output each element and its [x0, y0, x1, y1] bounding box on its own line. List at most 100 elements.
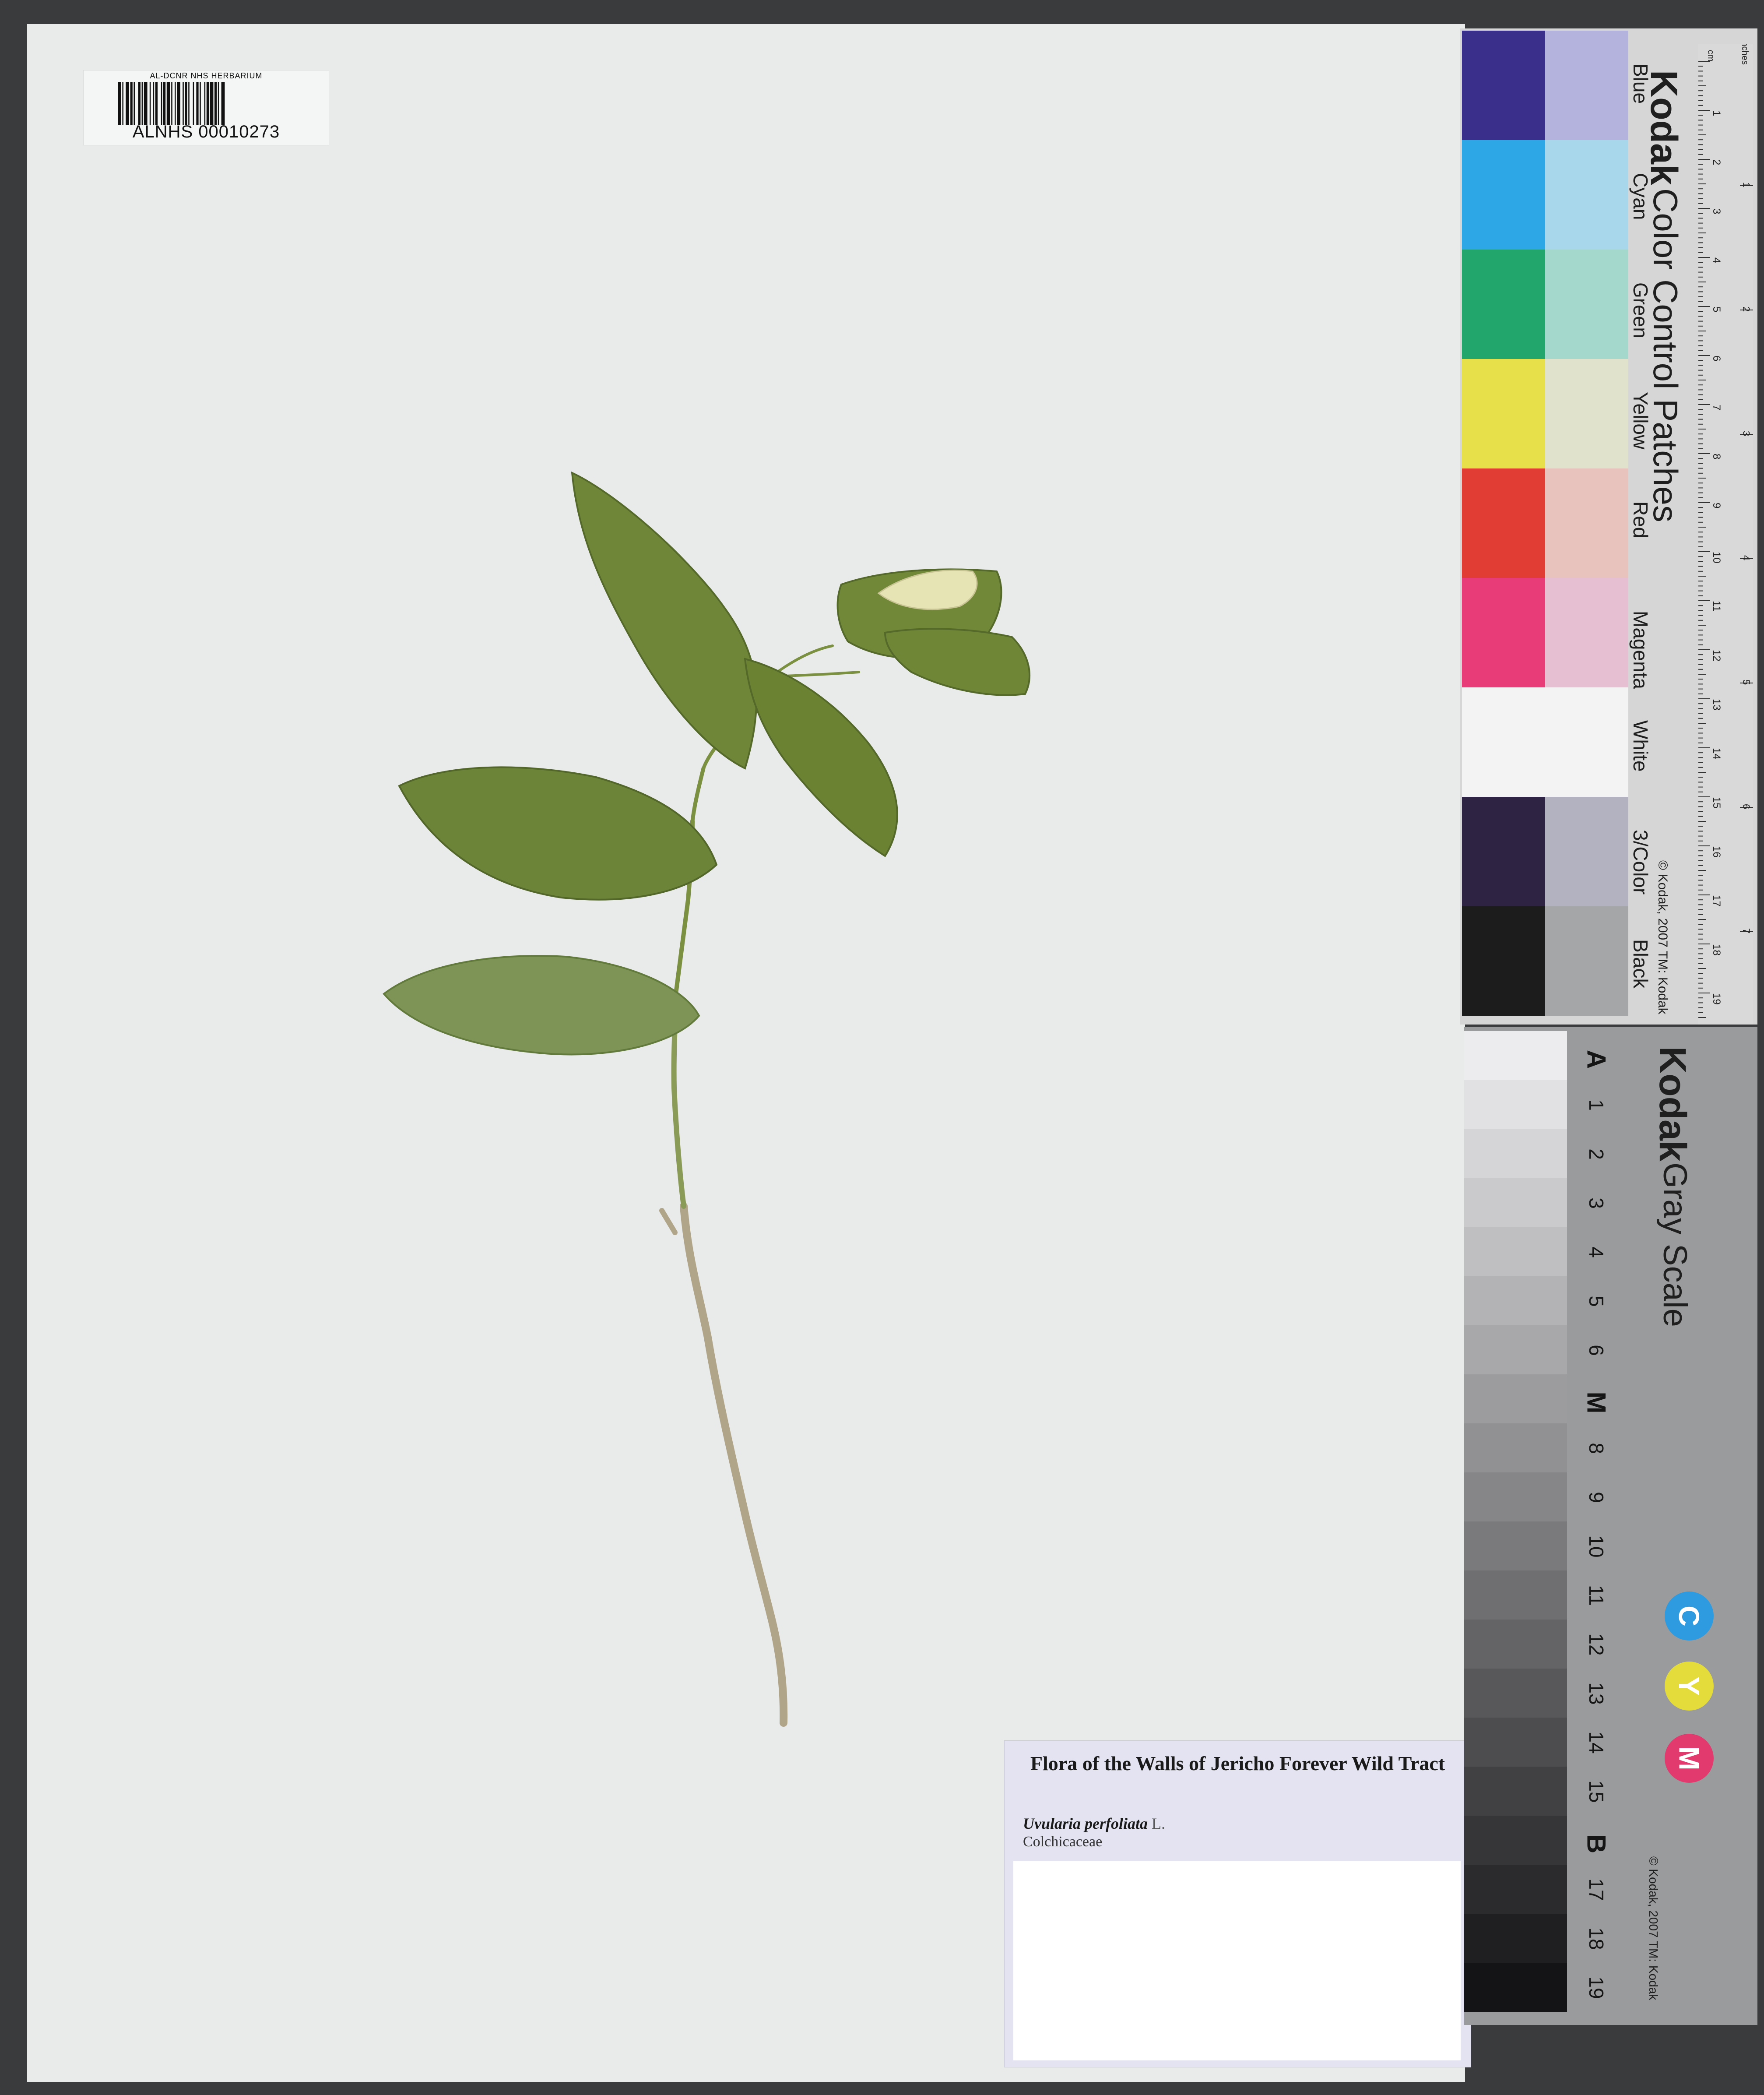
gray-step [1464, 1865, 1567, 1914]
badge-letter: Y [1673, 1676, 1705, 1696]
patch-label: Cyan [1629, 173, 1652, 220]
cm-tick-label: 12 [1711, 650, 1722, 662]
gray-step [1464, 1620, 1567, 1669]
cm-tick-label: 15 [1711, 797, 1722, 809]
family-name: Colchicaceae [1023, 1834, 1103, 1850]
color-patch [1462, 140, 1545, 250]
patch-label: Yellow [1629, 392, 1652, 450]
cm-tick-label: 19 [1711, 993, 1722, 1005]
species-name: Uvularia perfoliata [1023, 1815, 1148, 1832]
cm-tick-label: 11 [1711, 601, 1722, 612]
color-patch [1462, 578, 1545, 687]
tint-patch [1545, 140, 1628, 250]
author-name: L. [1152, 1815, 1165, 1832]
color-patch [1462, 687, 1545, 797]
inch-tick-label: 2 [1741, 306, 1752, 312]
cm-tick-label: 14 [1711, 748, 1722, 760]
cm-tick-label: 9 [1711, 503, 1722, 508]
tint-patch [1545, 578, 1628, 687]
herbarium-sheet: AL-DCNR NHS HERBARIUM ALNHS 00010273 Flo… [27, 24, 1471, 2082]
gray-step [1464, 1963, 1567, 2012]
cm-tick-label: 4 [1711, 257, 1722, 263]
gray-step-label: 8 [1585, 1443, 1608, 1454]
ruler-unit-cm: cm [1706, 50, 1715, 62]
leaf-top [571, 471, 758, 770]
ruler-unit-inches: inches [1740, 44, 1750, 65]
gray-step [1464, 1914, 1567, 1963]
gray-step-label: 3 [1585, 1197, 1608, 1209]
cym-badge: Y [1665, 1662, 1714, 1711]
gray-step-label: 17 [1585, 1878, 1608, 1901]
cm-tick-label: 8 [1711, 454, 1722, 459]
gray-step-label: 19 [1585, 1976, 1608, 1999]
gray-step-label: B [1581, 1834, 1611, 1854]
gray-step [1464, 1669, 1567, 1718]
patch-label: Black [1629, 939, 1652, 989]
cm-tick-label: 10 [1711, 552, 1722, 563]
gray-card-copyright: © Kodak, 2007 TM: Kodak [1647, 1856, 1660, 2000]
badge-letter: M [1673, 1746, 1705, 1771]
badge-letter: C [1673, 1606, 1705, 1627]
gray-step-label: 2 [1585, 1148, 1608, 1160]
leaf-far-right [884, 628, 1030, 696]
inch-tick-label: 4 [1741, 555, 1752, 560]
gray-step [1464, 1423, 1567, 1472]
leaf-right-lower [744, 658, 898, 857]
tint-patch [1545, 31, 1628, 140]
gray-step [1464, 1227, 1567, 1276]
color-control-card: Kodak Color Control Patches © Kodak, 200… [1460, 28, 1757, 1025]
collection-title: Flora of the Walls of Jericho Forever Wi… [1030, 1752, 1445, 1775]
patch-label: 3/Color [1629, 830, 1652, 895]
patch-label: Green [1629, 282, 1652, 338]
gray-step [1464, 1325, 1567, 1374]
gray-step-label: 13 [1585, 1682, 1608, 1705]
cm-tick-label: 17 [1711, 895, 1722, 907]
patch-label: Red [1629, 501, 1652, 539]
color-patch [1462, 359, 1545, 468]
gray-card-brand: Kodak [1652, 1046, 1694, 1162]
gray-step [1464, 1080, 1567, 1129]
gray-step [1464, 1521, 1567, 1570]
gray-step [1464, 1178, 1567, 1227]
tint-patch [1545, 250, 1628, 359]
blank-label-area [1013, 1861, 1461, 2060]
gray-step [1464, 1374, 1567, 1423]
cm-tick-label: 16 [1711, 846, 1722, 858]
ruler: 123456789101112131415161718191234567cm in… [1698, 44, 1753, 1025]
gray-step [1464, 1570, 1567, 1620]
gray-step-label: 11 [1585, 1585, 1608, 1606]
patch-label: Magenta [1629, 611, 1652, 690]
gray-step-label: 18 [1585, 1927, 1608, 1950]
inch-tick-label: 7 [1741, 928, 1752, 933]
patch-label: White [1629, 720, 1652, 772]
color-patch [1462, 250, 1545, 359]
gray-step-label: A [1581, 1049, 1611, 1069]
gray-step-label: 4 [1585, 1246, 1608, 1258]
tint-patch [1545, 797, 1628, 906]
gray-step [1464, 1472, 1567, 1521]
cym-badge: C [1665, 1591, 1714, 1641]
tint-patch [1545, 906, 1628, 1016]
leaf-middle [398, 766, 718, 901]
gray-step-label: M [1581, 1391, 1611, 1414]
tint-patch [1545, 359, 1628, 468]
cm-tick-label: 6 [1711, 356, 1722, 361]
gray-step-label: 9 [1585, 1492, 1608, 1503]
cym-badge: M [1665, 1734, 1714, 1783]
gray-step-label: 5 [1585, 1296, 1608, 1307]
tint-patch [1545, 468, 1628, 578]
color-patch [1462, 906, 1545, 1016]
inch-tick-label: 6 [1741, 804, 1752, 809]
gray-step [1464, 1129, 1567, 1178]
gray-step [1464, 1718, 1567, 1767]
gray-step-label: 6 [1585, 1345, 1608, 1356]
gray-step-label: 10 [1585, 1535, 1608, 1558]
color-card-title: Color Control Patches [1646, 188, 1685, 523]
patch-label: Blue [1629, 63, 1652, 104]
cm-tick-label: 3 [1711, 208, 1722, 214]
gray-step-label: 1 [1585, 1099, 1608, 1111]
cm-tick-label: 18 [1711, 944, 1722, 956]
gray-step-label: 15 [1585, 1780, 1608, 1803]
inch-tick-label: 5 [1741, 680, 1752, 685]
gray-step [1464, 1767, 1567, 1816]
